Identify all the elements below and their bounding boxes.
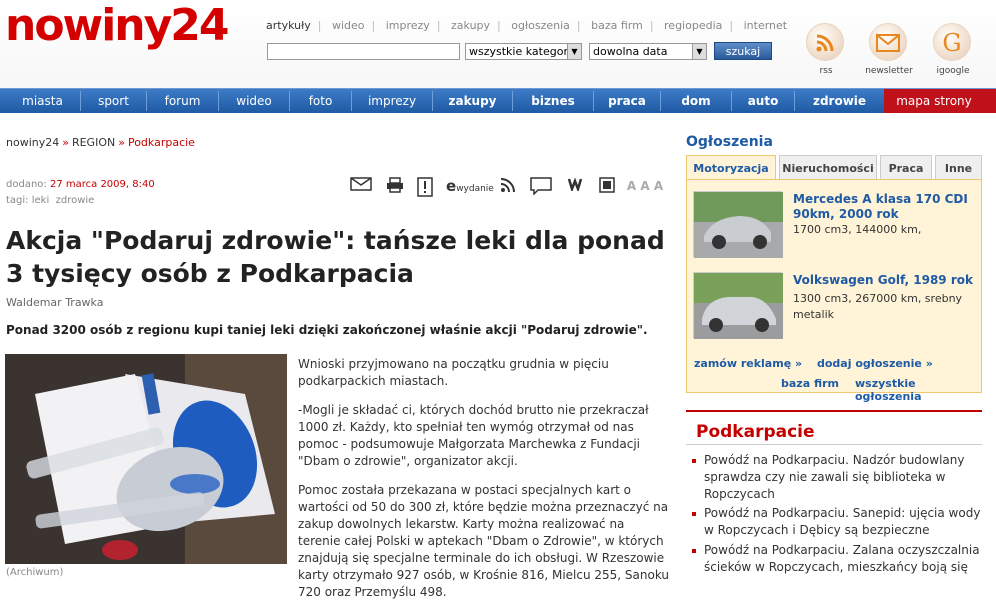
chevron-down-icon: ▼ [567, 44, 581, 59]
nav-biznes[interactable]: biznes [513, 89, 593, 113]
date-select[interactable]: dowolna data ▼ [589, 43, 707, 60]
added-date: 27 marca 2009, 8:40 [49, 179, 155, 190]
search-button[interactable]: szukaj [714, 42, 772, 60]
region-news-item[interactable]: Powódź na Podkarpaciu. Zalana oczyszczal… [692, 542, 982, 576]
ad-title-golf[interactable]: Volkswagen Golf, 1989 rok [793, 273, 973, 288]
ads-box: Mercedes A klasa 170 CDI 90km, 2000 rok … [686, 179, 982, 403]
chevron-down-icon: ▼ [692, 44, 706, 59]
region-heading: Podkarpacie [696, 422, 815, 442]
breadcrumb-region[interactable]: REGION [72, 136, 115, 149]
all-ads-link[interactable]: wszystkie ogłoszenia [855, 377, 981, 403]
ad-title-mercedes[interactable]: Mercedes A klasa 170 CDI 90km, 2000 rok [793, 192, 973, 222]
ewydanie-label: wydanie [456, 184, 494, 194]
nav-imprezy[interactable]: imprezy [352, 89, 432, 113]
nav-mapa-strony[interactable]: mapa strony [884, 89, 984, 113]
wykop-icon[interactable] [566, 177, 586, 195]
breadcrumb-current[interactable]: Podkarpacie [128, 136, 195, 149]
nav-zdrowie[interactable]: zdrowie [795, 89, 884, 113]
tab-ogloszenia[interactable]: ogłoszenia [511, 19, 570, 32]
main-nav: miasta sport forum wideo foto imprezy za… [0, 88, 996, 113]
ad-desc-mercedes: 1700 cm3, 144000 km, [793, 223, 922, 236]
tab-regiopedia[interactable]: regiopedia [664, 19, 722, 32]
advertise-link[interactable]: zamów reklamę » [694, 357, 802, 370]
tab-imprezy[interactable]: imprezy [386, 19, 430, 32]
breadcrumb: nowiny24» REGION» Podkarpacie [6, 136, 195, 149]
rss-icon[interactable] [806, 23, 844, 61]
category-select-value: wszystkie kategorie [469, 45, 578, 58]
region-header: Podkarpacie [686, 410, 982, 445]
google-icon[interactable]: G [933, 23, 971, 61]
rss-label[interactable]: rss [806, 66, 846, 76]
tab-wideo[interactable]: wideo [332, 19, 365, 32]
ads-tab-nieruchomosci[interactable]: Nieruchomości [779, 155, 877, 180]
envelope-icon[interactable] [869, 23, 907, 61]
nav-foto[interactable]: foto [290, 89, 351, 113]
article-paragraph: -Mogli je składać ci, których dochód bru… [298, 403, 649, 468]
report-error-icon[interactable] [415, 177, 435, 197]
tag-zdrowie[interactable]: zdrowie [56, 195, 95, 206]
font-size-icon[interactable]: A A A [626, 177, 664, 195]
date-select-value: dowolna data [593, 45, 668, 58]
article-body: Wnioski przyjmowano na początku grudnia … [298, 356, 670, 613]
ad-photo-golf[interactable] [693, 272, 783, 339]
tab-artykuly[interactable]: artykuły [266, 19, 311, 32]
category-select[interactable]: wszystkie kategorie ▼ [465, 43, 582, 60]
article-lead: Ponad 3200 osób z regionu kupi taniej le… [6, 323, 648, 337]
nav-dom[interactable]: dom [661, 89, 731, 113]
nav-miasta[interactable]: miasta [5, 89, 80, 113]
ads-tab-inne[interactable]: Inne [935, 155, 982, 180]
tab-baza-firm[interactable]: baza firm [591, 19, 643, 32]
top-tabs: artykuły | wideo | imprezy | zakupy | ogłosz… [266, 19, 788, 32]
ad-desc-golf: 1300 cm3, 267000 km, srebny metalik [793, 292, 963, 321]
article-paragraph: Wnioski przyjmowano na początku grudnia … [298, 357, 609, 388]
tags-label: tagi: [6, 195, 29, 206]
article-paragraph: Pomoc została przekazana w postaci specj… [298, 483, 670, 599]
igoogle-label[interactable]: igoogle [930, 66, 976, 76]
breadcrumb-home[interactable]: nowiny24 [6, 136, 59, 149]
nav-sport[interactable]: sport [81, 89, 146, 113]
newsletter-label[interactable]: newsletter [862, 66, 916, 76]
tag-leki[interactable]: leki [32, 195, 50, 206]
article-meta: dodano: 27 marca 2009, 8:40 tagi: leki z… [6, 177, 155, 209]
nav-praca[interactable]: praca [594, 89, 660, 113]
photo-caption: (Archiwum) [6, 567, 64, 578]
tab-internet[interactable]: internet [744, 19, 788, 32]
nav-forum[interactable]: forum [147, 89, 218, 113]
rss-icon[interactable] [498, 177, 518, 195]
search-input[interactable] [267, 43, 460, 60]
print-icon[interactable] [385, 177, 405, 195]
article-title: Akcja "Podaruj zdrowie": tańsze leki dla… [6, 226, 665, 288]
nav-wideo[interactable]: wideo [219, 89, 289, 113]
firms-link[interactable]: baza firm [781, 377, 839, 390]
region-news-item[interactable]: Powódź na Podkarpaciu. Nadzór budowlany … [692, 452, 982, 503]
ad-photo-mercedes[interactable] [693, 191, 783, 258]
add-ad-link[interactable]: dodaj ogłoszenie » [817, 357, 933, 370]
region-news-item[interactable]: Powódź na Podkarpaciu. Sanepid: ujęcia w… [692, 505, 982, 539]
article-author: Waldemar Trawka [6, 296, 104, 309]
header: nowiny24 artykuły | wideo | imprezy | zakup… [0, 0, 996, 88]
ads-tab-motoryzacja[interactable]: Motoryzacja [686, 155, 776, 180]
comment-icon[interactable] [530, 177, 552, 196]
site-logo[interactable]: nowiny24 [5, 0, 230, 51]
nav-auto[interactable]: auto [732, 89, 794, 113]
email-article-icon[interactable] [350, 177, 372, 195]
ewydanie-icon[interactable]: ewydanie [446, 177, 494, 195]
added-label: dodano: [6, 179, 47, 190]
share-icon[interactable] [597, 177, 617, 195]
ads-heading: Ogłoszenia [686, 134, 773, 150]
article-photo [5, 354, 287, 564]
nav-zakupy[interactable]: zakupy [433, 89, 512, 113]
ads-tab-praca[interactable]: Praca [880, 155, 932, 180]
tab-zakupy[interactable]: zakupy [451, 19, 490, 32]
